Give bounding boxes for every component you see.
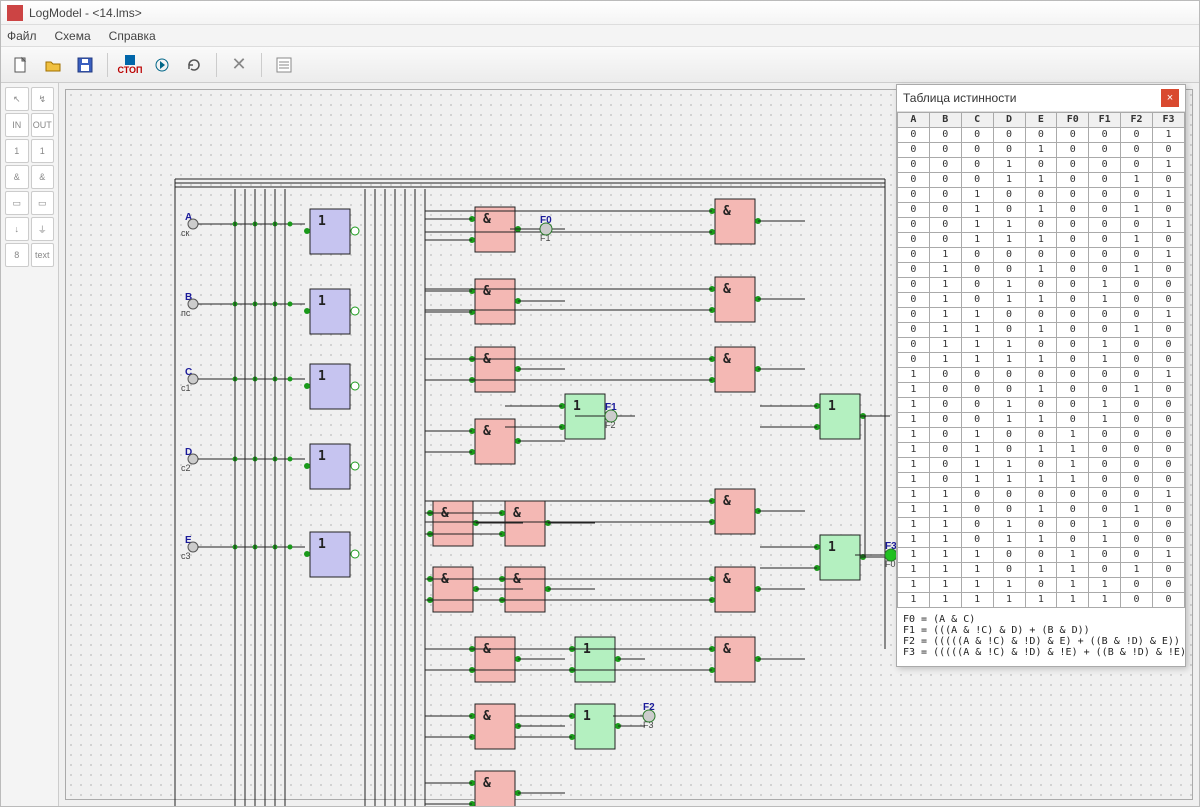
out-terminal-icon[interactable]: OUT (31, 113, 55, 137)
svg-text:&: & (483, 284, 491, 299)
svg-text:1: 1 (583, 709, 591, 724)
in-terminal-icon[interactable]: IN (5, 113, 29, 137)
svg-text:1: 1 (318, 214, 326, 229)
svg-text:1: 1 (828, 399, 836, 414)
or-gate-icon[interactable]: 1 (31, 139, 55, 163)
svg-text:&: & (723, 282, 731, 297)
svg-text:пс: пс (181, 308, 191, 318)
svg-text:&: & (723, 352, 731, 367)
svg-text:&: & (483, 212, 491, 227)
and-gate-icon[interactable]: & (5, 165, 29, 189)
delete-icon[interactable]: ✕ (225, 51, 253, 79)
stop-button[interactable]: СТОП (116, 51, 144, 79)
truth-table-window[interactable]: Таблица истинности × ABCDEF0F1F2F3 00000… (896, 84, 1186, 667)
app-icon (7, 5, 23, 21)
ground-icon[interactable]: ⏚ (31, 217, 55, 241)
svg-text:1: 1 (318, 294, 326, 309)
refresh-icon[interactable] (180, 51, 208, 79)
trigger-icon[interactable]: ▭ (31, 191, 55, 215)
save-icon[interactable] (71, 51, 99, 79)
step-icon[interactable] (148, 51, 176, 79)
svg-text:ск: ск (181, 228, 190, 238)
svg-text:1: 1 (573, 399, 581, 414)
not-gate-icon[interactable]: 1 (5, 139, 29, 163)
list-icon[interactable] (270, 51, 298, 79)
svg-text:c3: c3 (181, 551, 191, 561)
svg-text:&: & (723, 572, 731, 587)
toolbar: СТОП ✕ (1, 47, 1199, 83)
titlebar: LogModel - <14.lms> (1, 1, 1199, 25)
svg-text:1: 1 (318, 369, 326, 384)
svg-text:1: 1 (318, 449, 326, 464)
svg-text:&: & (723, 494, 731, 509)
svg-text:&: & (483, 709, 491, 724)
svg-text:1: 1 (828, 540, 836, 555)
cursor-icon[interactable]: ↖ (5, 87, 29, 111)
svg-text:1: 1 (318, 537, 326, 552)
wire-icon[interactable]: ↯ (31, 87, 55, 111)
svg-text:&: & (723, 642, 731, 657)
display-icon[interactable]: 8 (5, 243, 29, 267)
open-file-icon[interactable] (39, 51, 67, 79)
truth-table: ABCDEF0F1F2F3 00000000100001000000010000… (897, 112, 1185, 608)
truth-table-title: Таблица истинности (903, 91, 1016, 105)
menu-help[interactable]: Справка (109, 29, 156, 43)
text-icon[interactable]: text (31, 243, 55, 267)
buffer-icon[interactable]: ▭ (5, 191, 29, 215)
menu-file[interactable]: Файл (7, 29, 37, 43)
menu-scheme[interactable]: Схема (55, 29, 91, 43)
palette: ↖↯ INOUT 11 && ▭▭ ↓⏚ 8text (1, 83, 59, 806)
svg-text:&: & (723, 204, 731, 219)
svg-text:c1: c1 (181, 383, 191, 393)
svg-text:&: & (483, 776, 491, 791)
new-file-icon[interactable] (7, 51, 35, 79)
svg-text:&: & (483, 424, 491, 439)
window-title: LogModel - <14.lms> (29, 6, 142, 20)
menubar: Файл Схема Справка (1, 25, 1199, 47)
svg-text:c2: c2 (181, 463, 191, 473)
source-icon[interactable]: ↓ (5, 217, 29, 241)
svg-text:&: & (513, 506, 521, 521)
nand-gate-icon[interactable]: & (31, 165, 55, 189)
formulas: F0 = (A & C)F1 = (((A & !C) & D) + (B & … (897, 608, 1185, 666)
close-icon[interactable]: × (1161, 89, 1179, 107)
